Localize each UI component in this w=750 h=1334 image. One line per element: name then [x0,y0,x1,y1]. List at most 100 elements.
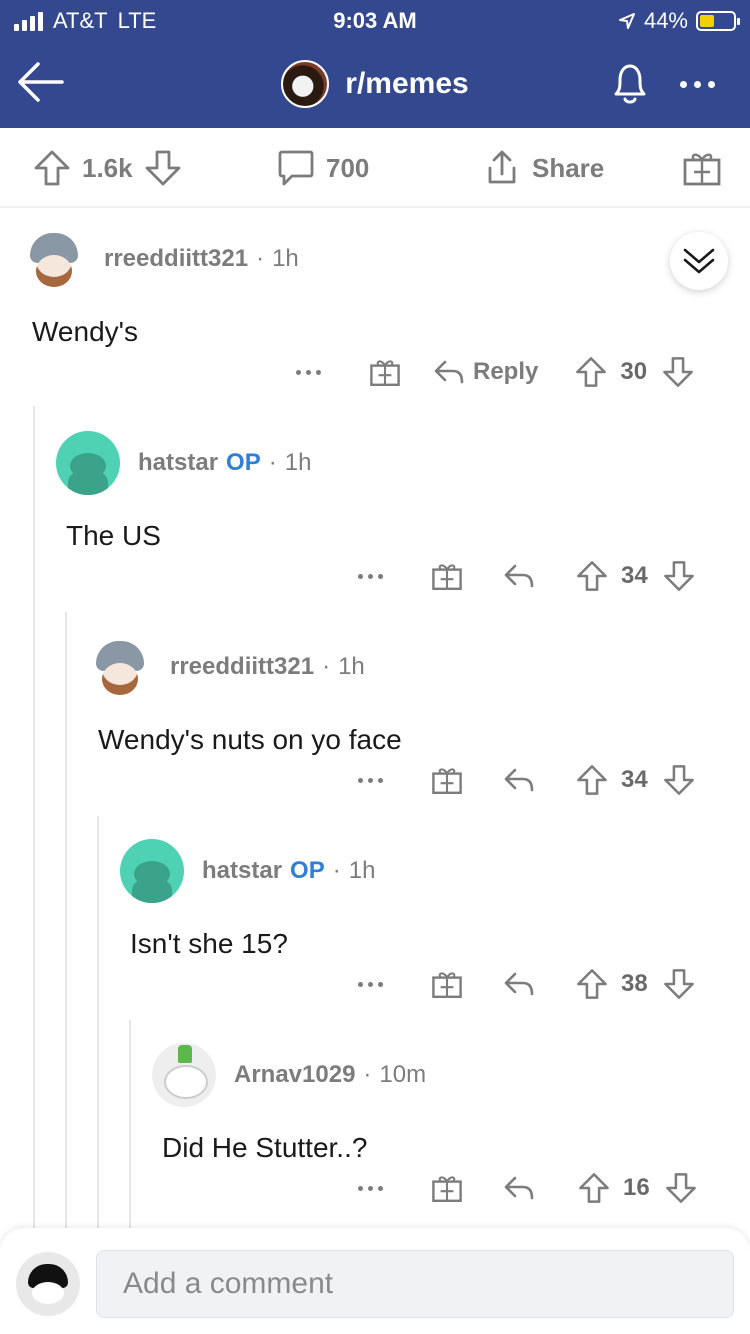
more-options-button[interactable] [672,66,722,102]
downvote-arrow-icon[interactable] [662,559,696,593]
comment-actions: 34 [358,760,696,800]
add-comment-input[interactable] [96,1250,734,1318]
comment-more-button[interactable] [358,573,383,579]
collapse-thread-button[interactable] [670,232,728,290]
upvote-arrow-icon[interactable] [575,763,609,797]
post-comment-count: 700 [326,152,370,183]
notifications-button[interactable] [604,58,656,110]
comment-username[interactable]: hatstar [202,857,282,885]
comment-vote-count: 16 [623,1174,650,1201]
comment-vote-count: 38 [621,970,648,997]
comment-body: The US [66,520,161,551]
downvote-arrow-icon[interactable] [662,967,696,1001]
share-button[interactable]: Share [482,148,604,188]
comment-body: Wendy's [32,316,138,347]
op-badge: OP [290,857,325,884]
battery-percent: 44% [643,8,688,33]
comment-username[interactable]: rreeddiitt321 [170,653,314,681]
comment-age: 1h [338,653,365,680]
comment-vote-count: 34 [621,766,648,793]
downvote-arrow-icon[interactable] [661,355,695,389]
user-avatar[interactable] [120,839,184,903]
post-vote-group: 1.6k [32,148,183,188]
comment: rreeddiitt321 · 1h Wendy's [22,224,722,348]
user-avatar[interactable] [152,1043,216,1107]
comment: hatstar OP · 1h The US [56,428,716,552]
comment-actions: 38 [358,964,696,1004]
comment-age: 10m [379,1061,427,1088]
upvote-arrow-icon[interactable] [574,355,608,389]
double-chevron-down-icon [683,248,715,274]
reply-arrow-icon[interactable] [503,766,535,794]
upvote-arrow-icon[interactable] [575,967,609,1001]
more-dot-icon [707,80,715,88]
comment-composer [0,1228,750,1334]
share-label: Share [532,152,605,183]
nav-row: r/memes [0,50,750,116]
thread-line [33,406,35,1228]
reply-arrow-icon[interactable] [503,562,535,590]
post-vote-count: 1.6k [82,152,133,183]
user-avatar[interactable] [56,431,120,495]
gift-icon[interactable] [431,764,463,796]
comment-more-button[interactable] [358,1185,383,1191]
reply-label: Reply [473,358,539,385]
post-comments-button[interactable]: 700 [276,148,369,188]
gift-icon[interactable] [431,1172,463,1204]
reply-arrow-icon[interactable] [503,1174,535,1202]
downvote-arrow-icon[interactable] [664,1171,698,1205]
battery-level [700,15,715,27]
more-dot-icon [679,80,687,88]
op-badge: OP [226,449,261,476]
gift-icon[interactable] [369,356,401,388]
upvote-arrow-icon[interactable] [575,559,609,593]
comment-more-button[interactable] [358,777,383,783]
comment-username[interactable]: rreeddiitt321 [104,245,248,273]
comment-username[interactable]: hatstar [138,449,218,477]
reply-button[interactable]: Reply [433,358,538,386]
comment-body: Did He Stutter..? [162,1132,368,1163]
more-dot-icon [693,80,701,88]
gift-icon[interactable] [431,560,463,592]
upvote-arrow-icon[interactable] [577,1171,611,1205]
comment-more-button[interactable] [358,981,383,987]
comment-vote-count: 34 [621,562,648,589]
reply-arrow-icon [434,360,464,384]
community-avatar [281,60,330,108]
gift-icon[interactable] [431,968,463,1000]
user-avatar[interactable] [22,227,86,291]
comment-username[interactable]: Arnav1029 [234,1061,355,1089]
comment-bubble-icon [278,150,314,186]
meta-separator: · [322,653,331,680]
thread-line [97,816,99,1228]
meta-separator: · [332,857,341,884]
meta-separator: · [363,1061,372,1088]
meta-separator: · [256,245,265,272]
reply-arrow-icon[interactable] [503,970,535,998]
comment-body: Wendy's nuts on yo face [98,724,402,755]
comment-vote-count: 30 [620,358,648,385]
comment-age: 1h [348,857,376,884]
status-bar: AT&T LTE 9:03 AM 44% [0,0,750,40]
comment: hatstar OP · 1h Isn't she 15? [120,836,720,960]
comment-actions: 34 [358,556,696,596]
upvote-arrow-icon[interactable] [32,148,72,188]
bell-icon [614,64,646,104]
battery-icon [696,11,740,31]
downvote-arrow-icon[interactable] [662,763,696,797]
user-avatar[interactable] [88,635,152,699]
app-header: AT&T LTE 9:03 AM 44% r/memes [0,0,750,128]
gift-icon [683,153,721,186]
thread-line [129,1020,131,1228]
current-user-avatar[interactable] [16,1252,80,1316]
comment-actions: 16 [358,1168,698,1208]
award-button[interactable] [682,148,722,188]
community-name: r/memes [345,67,469,100]
comment-body: Isn't she 15? [130,928,288,959]
comment: rreeddiitt321 · 1h Wendy's nuts on yo fa… [88,632,718,756]
share-icon [488,150,516,184]
comment-age: 1h [284,449,312,476]
comment-more-button[interactable] [296,369,321,375]
downvote-arrow-icon[interactable] [143,148,183,188]
meta-separator: · [268,449,277,476]
